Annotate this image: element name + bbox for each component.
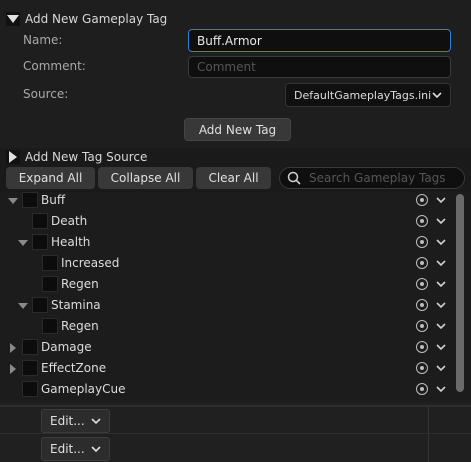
tag-label: Regen <box>61 319 99 333</box>
chevron-down-icon[interactable] <box>434 235 448 249</box>
chevron-down-icon[interactable] <box>434 256 448 270</box>
add-new-tag-button[interactable]: Add New Tag <box>184 118 291 141</box>
tag-source-icon[interactable] <box>416 278 428 290</box>
tag-source-icon[interactable] <box>416 383 428 395</box>
tag-checkbox[interactable] <box>22 192 38 208</box>
tag-label: EffectZone <box>41 361 107 375</box>
expand-arrow-down-icon[interactable] <box>8 196 18 206</box>
tag-checkbox[interactable] <box>22 360 38 376</box>
tree-row[interactable]: Regen <box>0 316 450 337</box>
chevron-down-icon <box>432 89 442 102</box>
chevron-down-icon[interactable] <box>434 319 448 333</box>
comment-input[interactable]: Comment <box>188 56 451 78</box>
name-label: Name: <box>23 33 63 47</box>
row-actions <box>416 193 448 207</box>
tag-label: GameplayCue <box>41 382 126 396</box>
tag-label: Stamina <box>51 298 101 312</box>
comment-placeholder: Comment <box>197 60 256 74</box>
tag-source-icon[interactable] <box>416 299 428 311</box>
tag-checkbox[interactable] <box>32 213 48 229</box>
row-actions <box>416 340 448 354</box>
edit-label: Edit... <box>50 442 85 456</box>
tree-scrollbar[interactable] <box>456 194 464 392</box>
tag-label: Regen <box>61 277 99 291</box>
tag-checkbox[interactable] <box>22 339 38 355</box>
tag-checkbox[interactable] <box>32 234 48 250</box>
tree-row[interactable]: EffectZone <box>0 358 450 379</box>
row-actions <box>416 235 448 249</box>
edit-label: Edit... <box>50 414 85 428</box>
tree-row[interactable]: Stamina <box>0 295 450 316</box>
tag-source-icon[interactable] <box>416 236 428 248</box>
edit-button[interactable]: Edit... <box>41 437 110 461</box>
row-actions <box>416 382 448 396</box>
row-divider <box>0 405 471 407</box>
tag-label: Buff <box>41 193 66 207</box>
chevron-down-icon <box>91 414 101 428</box>
chevron-down-icon[interactable] <box>434 214 448 228</box>
tree-row[interactable]: Death <box>0 211 450 232</box>
row-actions <box>416 256 448 270</box>
expand-arrow-right-icon[interactable] <box>8 343 18 353</box>
tag-checkbox[interactable] <box>32 297 48 313</box>
name-input-value: Buff.Armor <box>197 33 262 48</box>
chevron-down-icon <box>91 442 101 456</box>
add-source-header[interactable]: Add New Tag Source <box>0 147 471 167</box>
search-input[interactable]: Search Gameplay Tags <box>279 167 465 189</box>
tag-checkbox[interactable] <box>42 318 58 334</box>
search-icon <box>287 171 301 185</box>
tree-row[interactable]: Health <box>0 232 450 253</box>
tag-source-icon[interactable] <box>416 215 428 227</box>
add-source-title: Add New Tag Source <box>25 150 148 164</box>
tag-source-icon[interactable] <box>416 320 428 332</box>
chevron-down-icon[interactable] <box>434 361 448 375</box>
row-divider <box>0 433 471 434</box>
tag-source-icon[interactable] <box>416 194 428 206</box>
tree-row[interactable]: Regen <box>0 274 450 295</box>
search-placeholder: Search Gameplay Tags <box>309 171 446 185</box>
collapse-all-button[interactable]: Collapse All <box>98 167 193 189</box>
tag-source-icon[interactable] <box>416 257 428 269</box>
column-divider <box>428 405 429 462</box>
expand-arrow-down-icon[interactable] <box>18 238 28 248</box>
tree-row[interactable]: GameplayCue <box>0 379 450 400</box>
chevron-down-icon[interactable] <box>434 298 448 312</box>
edit-button[interactable]: Edit... <box>41 409 110 433</box>
tag-label: Increased <box>61 256 120 270</box>
chevron-down-icon[interactable] <box>434 382 448 396</box>
source-label: Source: <box>23 87 69 101</box>
comment-label: Comment: <box>23 59 86 73</box>
source-dropdown[interactable]: DefaultGameplayTags.ini <box>285 83 451 107</box>
tree-row[interactable]: Damage <box>0 337 450 358</box>
collapse-arrow-icon[interactable] <box>6 12 20 26</box>
tree-row[interactable]: Buff <box>0 190 450 211</box>
chevron-down-icon[interactable] <box>434 193 448 207</box>
tag-label: Health <box>51 235 91 249</box>
expand-arrow-down-icon[interactable] <box>18 301 28 311</box>
expand-all-button[interactable]: Expand All <box>6 167 95 189</box>
row-actions <box>416 361 448 375</box>
source-value: DefaultGameplayTags.ini <box>294 88 432 102</box>
tag-label: Damage <box>41 340 92 354</box>
row-actions <box>416 319 448 333</box>
row-actions <box>416 214 448 228</box>
tag-checkbox[interactable] <box>42 276 58 292</box>
expand-arrow-icon[interactable] <box>6 150 20 164</box>
name-input[interactable]: Buff.Armor <box>188 29 451 52</box>
chevron-down-icon[interactable] <box>434 340 448 354</box>
row-actions <box>416 277 448 291</box>
add-tag-title: Add New Gameplay Tag <box>25 12 168 26</box>
tag-label: Death <box>51 214 88 228</box>
clear-all-button[interactable]: Clear All <box>196 167 271 189</box>
tag-checkbox[interactable] <box>42 255 58 271</box>
tag-checkbox[interactable] <box>22 381 38 397</box>
tag-tree-rows: Buff Death Health Increased Regen Stamina Rege… <box>0 190 471 406</box>
tag-source-icon[interactable] <box>416 362 428 374</box>
expand-arrow-right-icon[interactable] <box>8 364 18 374</box>
add-tag-header[interactable]: Add New Gameplay Tag <box>0 9 471 29</box>
tree-row[interactable]: Increased <box>0 253 450 274</box>
chevron-down-icon[interactable] <box>434 277 448 291</box>
row-actions <box>416 298 448 312</box>
tag-source-icon[interactable] <box>416 341 428 353</box>
